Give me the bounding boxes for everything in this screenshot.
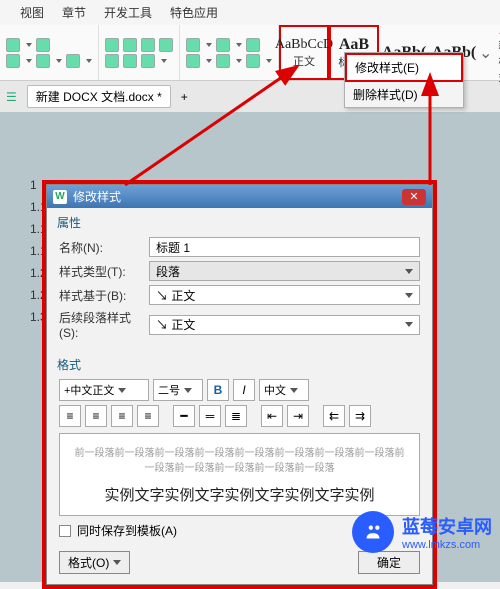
align-center-button[interactable]: ≡ <box>85 405 107 427</box>
italic-button[interactable]: I <box>233 379 255 401</box>
watermark: 蓝莓安卓网 www.lmkzs.com <box>352 511 492 553</box>
preview-sample-text: 实例文字实例文字实例文字实例文字实例 <box>70 484 409 505</box>
indent-button[interactable]: ⇉ <box>349 405 371 427</box>
type-label: 样式类型(T): <box>59 263 145 280</box>
save-template-label: 同时保存到模板(A) <box>77 522 177 539</box>
eraser-icon[interactable] <box>36 38 50 52</box>
font-icon[interactable] <box>6 38 20 52</box>
style-gallery-expand[interactable]: ⌄ <box>479 25 492 80</box>
menu-section[interactable]: 章节 <box>62 4 86 21</box>
dialog-titlebar: W 修改样式 ✕ <box>47 185 432 208</box>
spacing-3-button[interactable]: ≣ <box>225 405 247 427</box>
dialog-icon: W <box>53 190 67 204</box>
size-combo[interactable]: 二号 <box>153 379 203 401</box>
clipboard-group <box>0 25 99 80</box>
numbers-icon[interactable] <box>216 38 230 52</box>
format-section-label: 格式 <box>47 350 432 373</box>
align-justify-icon[interactable] <box>159 38 173 52</box>
list-group <box>180 25 279 80</box>
indent-inc-icon[interactable] <box>123 54 137 68</box>
bullets-icon[interactable] <box>186 38 200 52</box>
preview-gray-text: 前一段落前一段落前一段落前一段落前一段落前一段落前一段落前一段落前一段落前一段落… <box>70 444 409 474</box>
shading-icon[interactable] <box>216 54 230 68</box>
dialog-title: 修改样式 <box>73 188 121 205</box>
align-right-button[interactable]: ≡ <box>111 405 133 427</box>
type-select[interactable]: 段落 <box>149 261 420 281</box>
tab-icon[interactable] <box>246 54 260 68</box>
style-context-menu: 修改样式(E) 删除样式(D) <box>344 52 464 108</box>
style-preview: 前一段落前一段落前一段落前一段落前一段落前一段落前一段落前一段落前一段落前一段落… <box>59 433 420 516</box>
align-justify-button[interactable]: ≡ <box>137 405 159 427</box>
menu-modify-style[interactable]: 修改样式(E) <box>345 53 463 82</box>
follow-select[interactable]: ↘ 正文 <box>149 315 420 335</box>
menu-dev[interactable]: 开发工具 <box>104 4 152 21</box>
lang-combo[interactable]: 中文 <box>259 379 309 401</box>
bold-button[interactable]: B <box>207 379 229 401</box>
indent-inc-button[interactable]: ⇥ <box>287 405 309 427</box>
highlight-icon[interactable] <box>36 54 50 68</box>
props-section-label: 属性 <box>47 208 432 231</box>
style-normal[interactable]: AaBbCcD 正文 <box>279 25 329 80</box>
case-icon[interactable] <box>66 54 80 68</box>
fontcolor-icon[interactable] <box>6 54 20 68</box>
menu-view[interactable]: 视图 <box>20 4 44 21</box>
watermark-title: 蓝莓安卓网 <box>402 513 492 539</box>
new-tab-button[interactable]: + <box>181 90 188 104</box>
multilevel-icon[interactable] <box>246 38 260 52</box>
menu-delete-style[interactable]: 删除样式(D) <box>345 82 463 107</box>
align-right-icon[interactable] <box>141 38 155 52</box>
outdent-button[interactable]: ⇇ <box>323 405 345 427</box>
border-icon[interactable] <box>186 54 200 68</box>
spacing-2-button[interactable]: ═ <box>199 405 221 427</box>
align-left-icon[interactable] <box>105 38 119 52</box>
document-tab[interactable]: 新建 DOCX 文档.docx * <box>27 85 171 108</box>
app-menu-icon[interactable]: ☰ <box>6 90 17 104</box>
menubar: 视图 章节 开发工具 特色应用 <box>0 0 500 25</box>
format-bar-2: ≡ ≡ ≡ ≡ ━ ═ ≣ ⇤ ⇥ ⇇ ⇉ <box>59 405 420 427</box>
name-label: 名称(N): <box>59 239 145 256</box>
name-input[interactable] <box>149 237 420 257</box>
font-combo[interactable]: +中文正文 <box>59 379 149 401</box>
watermark-url: www.lmkzs.com <box>402 539 480 551</box>
new-style-button[interactable]: A 新样式 <box>492 25 500 80</box>
paragraph-group <box>99 25 180 80</box>
basedon-label: 样式基于(B): <box>59 287 145 304</box>
close-button[interactable]: ✕ <box>402 189 426 205</box>
menu-special[interactable]: 特色应用 <box>170 4 218 21</box>
follow-label: 后续段落样式(S): <box>59 309 145 340</box>
align-center-icon[interactable] <box>123 38 137 52</box>
linespacing-icon[interactable] <box>141 54 155 68</box>
spacing-1-button[interactable]: ━ <box>173 405 195 427</box>
basedon-select[interactable]: ↘ 正文 <box>149 285 420 305</box>
watermark-logo-icon <box>352 511 394 553</box>
format-bar-1: +中文正文 二号 B I 中文 <box>59 379 420 401</box>
save-template-checkbox[interactable] <box>59 525 71 537</box>
align-left-button[interactable]: ≡ <box>59 405 81 427</box>
indent-dec-button[interactable]: ⇤ <box>261 405 283 427</box>
indent-dec-icon[interactable] <box>105 54 119 68</box>
